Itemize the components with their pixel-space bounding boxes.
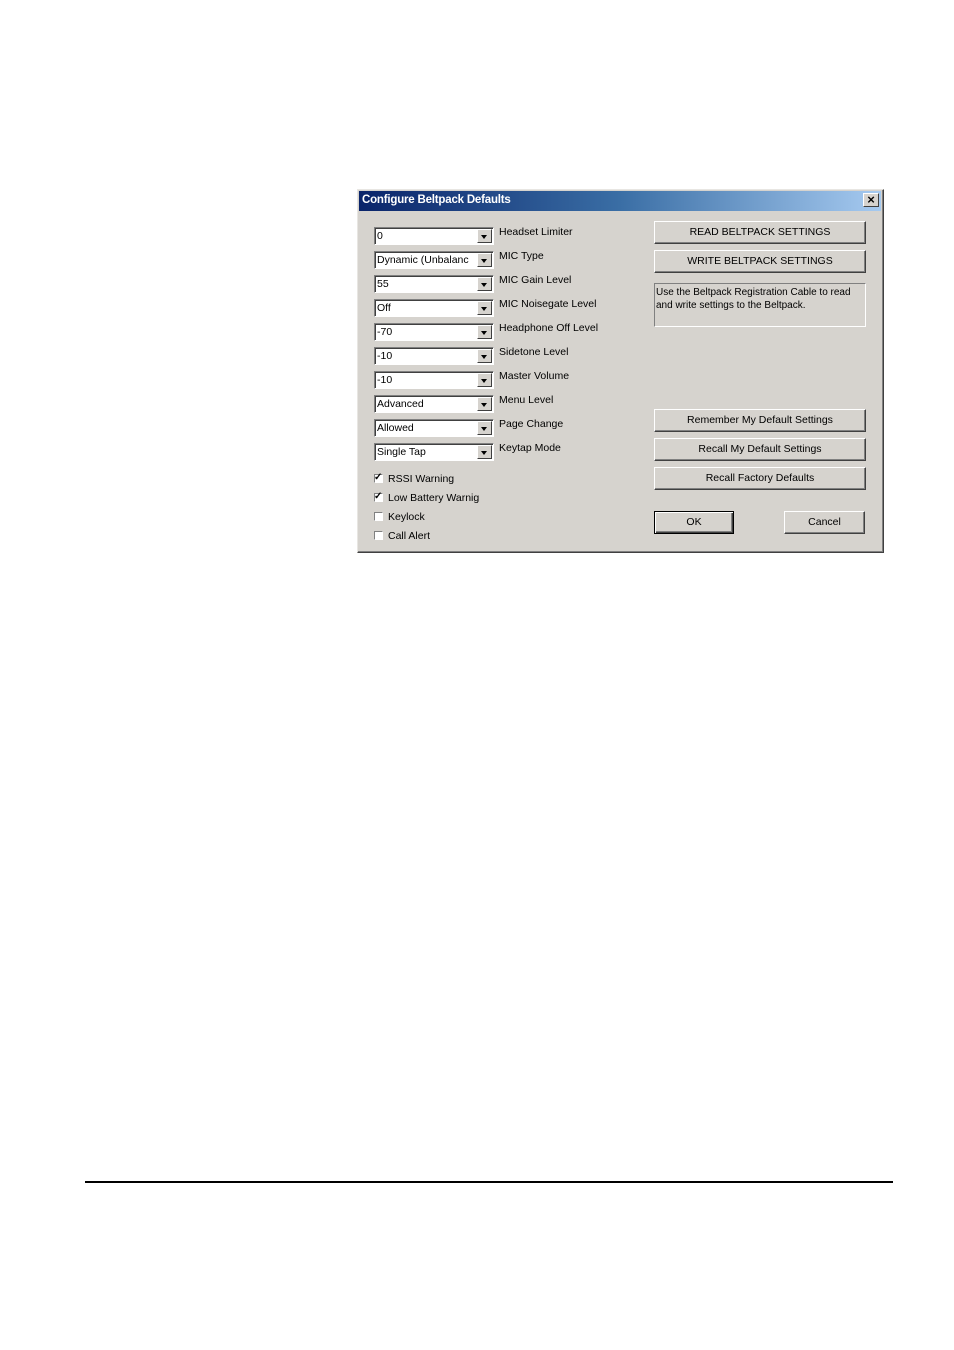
checkbox-box[interactable]: ✓ [374,472,383,483]
combo-value: Single Tap [377,446,426,458]
mic-type-select[interactable]: Dynamic (Unbalanc [374,251,494,269]
sidetone-level-label: Sidetone Level [499,346,569,358]
chevron-down-icon[interactable] [477,229,492,243]
read-beltpack-settings-button[interactable]: READ BELTPACK SETTINGS [654,221,866,244]
chevron-down-icon[interactable] [477,349,492,363]
combo-value: Advanced [377,398,424,410]
mic-gain-level-select[interactable]: 55 [374,275,494,293]
combo-value: Allowed [377,422,414,434]
keytap-mode-label: Keytap Mode [499,442,561,454]
check-icon: ✓ [374,491,383,502]
combo-value: -70 [377,326,393,338]
checkbox-label: RSSI Warning [388,473,455,485]
checkbox-label: Call Alert [388,530,431,542]
cancel-button[interactable]: Cancel [784,511,865,534]
footer-divider [85,1181,893,1183]
checkbox-box[interactable] [374,512,383,521]
combo-value: 55 [377,278,389,290]
recall-my-default-settings-button[interactable]: Recall My Default Settings [654,438,866,461]
headset-limiter-select[interactable]: 0 [374,227,494,245]
info-text-box: Use the Beltpack Registration Cable to r… [654,283,866,327]
close-icon: × [867,192,875,207]
recall-factory-defaults-button[interactable]: Recall Factory Defaults [654,467,866,490]
check-icon: ✓ [374,472,383,483]
chevron-down-icon[interactable] [477,253,492,267]
headphone-off-level-label: Headphone Off Level [499,322,599,334]
title-bar[interactable]: Configure Beltpack Defaults × [359,191,881,211]
mic-type-label: MIC Type [499,250,544,262]
checkbox-label: Keylock [388,511,425,523]
page-change-select[interactable]: Allowed [374,419,494,437]
checkbox-box[interactable] [374,531,383,540]
menu-level-label: Menu Level [499,394,554,406]
chevron-down-icon[interactable] [477,421,492,435]
combo-value: 0 [377,230,383,242]
page-change-label: Page Change [499,418,564,430]
chevron-down-icon[interactable] [477,301,492,315]
mic-noisegate-level-select[interactable]: Off [374,299,494,317]
close-button[interactable]: × [863,193,879,207]
checkbox-label: Low Battery Warnig [388,492,480,504]
chevron-down-icon[interactable] [477,397,492,411]
master-volume-select[interactable]: -10 [374,371,494,389]
checkbox-box[interactable]: ✓ [374,491,383,502]
keytap-mode-select[interactable]: Single Tap [374,443,494,461]
chevron-down-icon[interactable] [477,373,492,387]
combo-value: Off [377,302,391,314]
mic-noisegate-level-label: MIC Noisegate Level [499,298,597,310]
headset-limiter-label: Headset Limiter [499,226,573,238]
combo-value: -10 [377,374,393,386]
chevron-down-icon[interactable] [477,445,492,459]
ok-button[interactable]: OK [654,511,734,534]
mic-gain-level-label: MIC Gain Level [499,274,572,286]
configure-beltpack-defaults-dialog: Configure Beltpack Defaults × 0 Headset … [357,189,884,553]
sidetone-level-select[interactable]: -10 [374,347,494,365]
chevron-down-icon[interactable] [477,277,492,291]
headphone-off-level-select[interactable]: -70 [374,323,494,341]
combo-value: -10 [377,350,393,362]
combo-value: Dynamic (Unbalanc [377,254,469,266]
remember-my-default-settings-button[interactable]: Remember My Default Settings [654,409,866,432]
menu-level-select[interactable]: Advanced [374,395,494,413]
chevron-down-icon[interactable] [477,325,492,339]
master-volume-label: Master Volume [499,370,570,382]
dialog-title: Configure Beltpack Defaults [362,194,511,206]
write-beltpack-settings-button[interactable]: WRITE BELTPACK SETTINGS [654,250,866,273]
